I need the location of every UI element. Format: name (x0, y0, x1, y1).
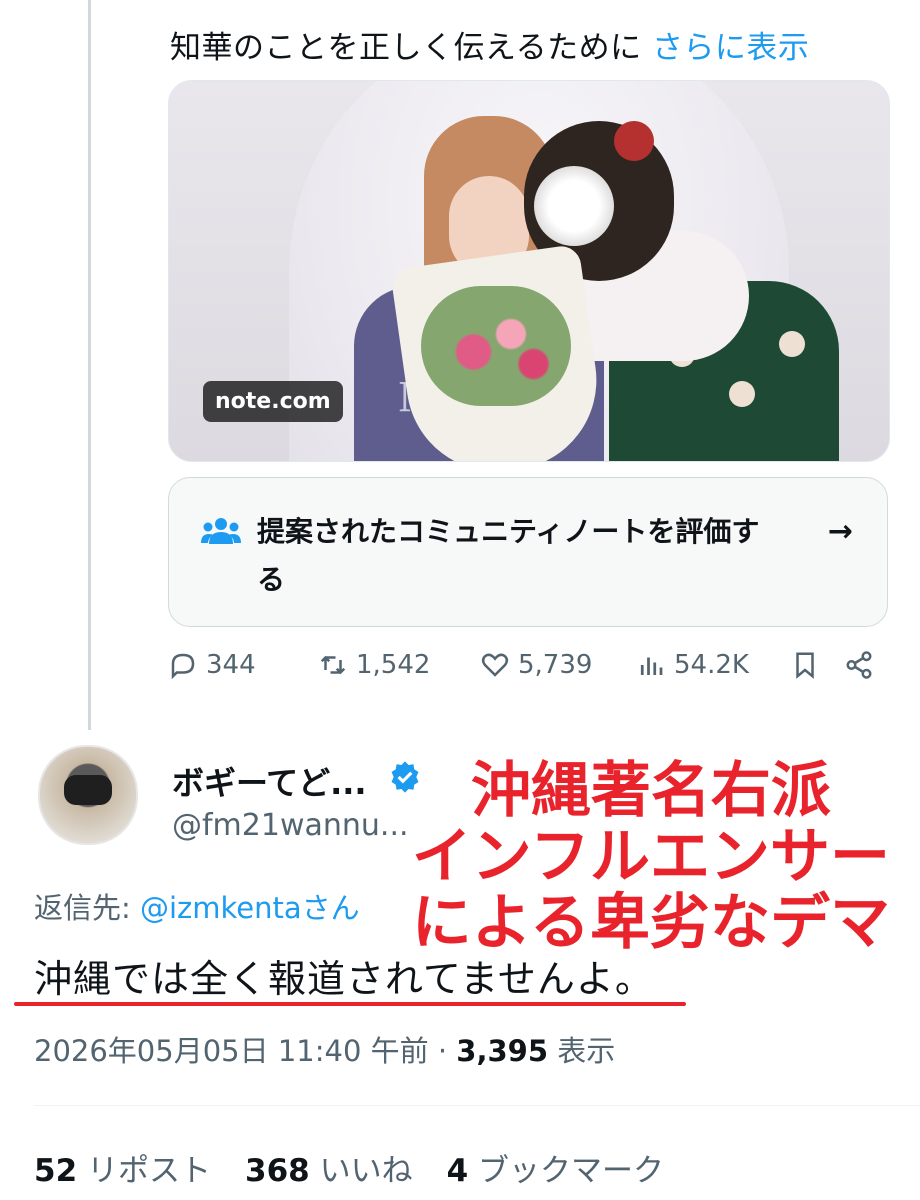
post-timestamp[interactable]: 2026年05月05日 11:40 午前 · (34, 1034, 456, 1068)
like-stat-count: 368 (245, 1153, 310, 1189)
analytics-icon (640, 657, 663, 675)
link-preview-card[interactable]: MA note.com (168, 80, 890, 462)
show-more-link[interactable]: さらに表示 (652, 30, 810, 66)
like-count: 5,739 (518, 650, 593, 680)
reply-to-mention[interactable]: @izmkentaさん (140, 891, 360, 925)
view-count: 54.2K (674, 650, 749, 680)
user-handle[interactable]: @fm21wannu... (172, 808, 409, 843)
arrow-right-icon: → (827, 514, 853, 549)
photo-kimono-pattern (779, 331, 805, 357)
views-action[interactable]: 54.2K (636, 650, 749, 680)
reply-count: 344 (206, 650, 256, 680)
like-action[interactable]: 5,739 (480, 650, 592, 680)
like-stat-label: いいね (319, 1153, 413, 1189)
annotation-line-3: による卑劣なデマ (411, 888, 890, 958)
annotation-line-2: インフルエンサー (411, 822, 890, 892)
bookmark-stat-count: 4 (446, 1153, 469, 1189)
thread-connector-line (88, 0, 91, 730)
community-note-text: 提案されたコミュニティノートを評価する (257, 515, 760, 596)
engagement-stats: 52 リポスト 368 いいね 4 ブックマーク (34, 1145, 664, 1190)
display-name[interactable]: ボギーてど... (172, 758, 367, 804)
community-note-prompt[interactable]: 提案されたコミュニティノートを評価する → (168, 477, 888, 627)
reply-text: 沖縄では全く報道されてませんよ。 (34, 957, 654, 1001)
repost-count: 1,542 (356, 650, 431, 680)
post-view-count: 3,395 (456, 1034, 549, 1068)
post-text: 知華のことを正しく伝えるために さらに表示 (170, 22, 809, 67)
photo-kimono-pattern (729, 381, 755, 407)
red-annotation-overlay: 沖縄著名右派 インフルエンサー による卑劣なデマ (412, 758, 890, 956)
repost-stat-label: リポスト (87, 1153, 211, 1189)
avatar[interactable] (38, 745, 138, 845)
bookmark-stat[interactable]: 4 ブックマーク (447, 1145, 664, 1190)
share-icon (846, 651, 872, 679)
reply-to-prefix: 返信先: (34, 891, 140, 925)
bookmark-stat-label: ブックマーク (478, 1153, 665, 1189)
heart-icon (481, 653, 509, 677)
like-stat[interactable]: 368 いいね (245, 1145, 413, 1190)
bookmark-action[interactable] (790, 650, 820, 680)
photo-bouquet-flowers (421, 286, 571, 406)
red-underline-annotation (14, 1002, 686, 1006)
reply-icon (171, 653, 195, 680)
repost-stat[interactable]: 52 リポスト (34, 1145, 211, 1190)
post-body: 知華のことを正しく伝えるために (170, 30, 642, 66)
post-action-bar: 344 1,542 5,739 54.2K (168, 650, 888, 694)
repost-icon (320, 655, 346, 675)
repost-stat-count: 52 (34, 1153, 78, 1189)
photo-hair-ornament (614, 121, 654, 161)
bookmark-icon (796, 652, 814, 679)
repost-action[interactable]: 1,542 (318, 650, 430, 680)
photo-blurred-face (534, 166, 614, 246)
link-domain-label: note.com (203, 381, 343, 422)
post-view-label: 表示 (548, 1034, 616, 1068)
people-icon (201, 518, 241, 544)
share-action[interactable] (844, 650, 874, 680)
replying-to: 返信先: @izmkentaさん (34, 885, 360, 927)
divider (34, 1105, 920, 1106)
avatar-sunglasses (64, 775, 112, 805)
reply-action[interactable]: 344 (168, 650, 256, 680)
annotation-line-1: 沖縄著名右派 (470, 756, 831, 826)
post-meta: 2026年05月05日 11:40 午前 · 3,395 表示 (34, 1028, 615, 1070)
